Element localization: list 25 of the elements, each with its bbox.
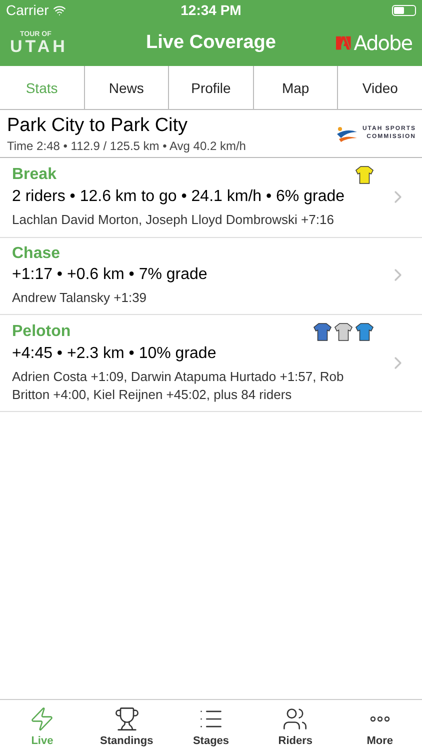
- group-stats: +1:17 • +0.6 km • 7% grade: [12, 266, 208, 284]
- group-row[interactable]: Chase +1:17 • +0.6 km • 7% grade Andrew Talansky +1:39: [0, 238, 422, 316]
- stage-title: Park City to Park City: [7, 115, 189, 137]
- group-name: Peloton: [12, 323, 71, 342]
- group-stats: +4:45 • +2.3 km • 10% grade: [12, 345, 218, 364]
- carrier-label: Carrier: [6, 2, 49, 18]
- page-title: Live Coverage: [146, 32, 276, 54]
- sponsor-name: Adobe: [354, 31, 412, 55]
- wifi-icon: [52, 4, 66, 16]
- group-row[interactable]: Peloton +4:45 • +2.3 km • 10% grade Adrien Costa +1:09, Darwin Atapuma Hurtado +1:57, Rob Britton +4:00, Kiel Reijnen +45:02, plus 84 riders: [0, 315, 422, 412]
- group-riders: Andrew Talansky +1:39: [12, 288, 148, 306]
- more-icon: [370, 716, 390, 722]
- group-name: Chase: [12, 244, 60, 263]
- group-riders: Adrien Costa +1:09, Darwin Atapuma Hurtado +1:57, Rob Britton +4:00, Kiel Reijnen +45:02, plus 84 riders: [12, 368, 345, 404]
- group-name: Break: [12, 166, 56, 184]
- battery-icon: [392, 4, 416, 16]
- lightning-icon: [29, 706, 56, 732]
- stage-summary: Time 2:48 • 112.9 / 125.5 km • Avg 40.2 km/h: [7, 139, 246, 153]
- people-icon: [282, 706, 308, 732]
- group-stats: 2 riders • 12.6 km to go • 24.1 km/h • 6% grade: [12, 188, 346, 206]
- trophy-icon: [114, 706, 140, 732]
- group-row[interactable]: Break 2 riders • 12.6 km to go • 24.1 km/h • 6% grade Lachlan David Morton, Joseph Lloyd Dombrowski +7:16: [0, 158, 422, 238]
- adobe-logo-icon: [336, 34, 351, 52]
- clock: 12:34 PM: [180, 2, 242, 18]
- group-riders: Lachlan David Morton, Joseph Lloyd Dombrowski +7:16: [12, 211, 335, 229]
